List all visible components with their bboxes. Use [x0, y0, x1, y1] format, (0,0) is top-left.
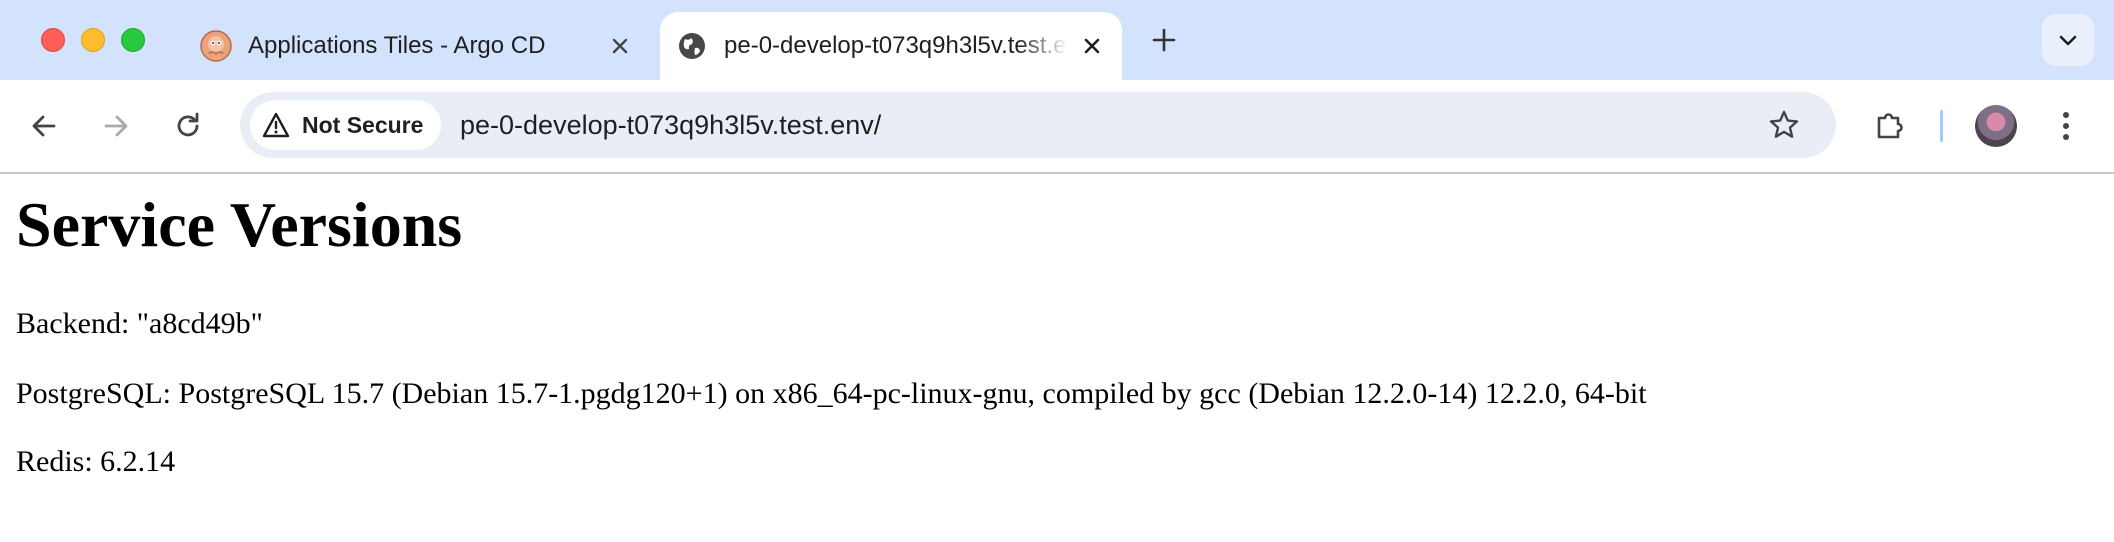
globe-icon [676, 30, 708, 62]
close-tab-icon[interactable] [1076, 30, 1108, 62]
warning-icon [262, 112, 290, 138]
chevron-down-icon [2059, 35, 2077, 46]
reload-icon [177, 112, 199, 137]
browser-toolbar: Not Secure pe-0-develop-t073q9h3l5v.test… [0, 80, 2114, 172]
backend-version: Backend: "a8cd49b" [16, 307, 263, 340]
arrow-left-icon [32, 115, 56, 137]
window-minimize-button[interactable] [81, 28, 105, 52]
redis-version: Redis: 6.2.14 [16, 445, 176, 478]
not-secure-label: Not Secure [302, 111, 424, 138]
address-bar[interactable]: Not Secure pe-0-develop-t073q9h3l5v.test… [240, 92, 1836, 158]
back-button[interactable] [22, 104, 66, 148]
plus-icon [1152, 28, 1176, 52]
extensions-puzzle-icon[interactable] [1868, 104, 1912, 148]
site-info-chip[interactable]: Not Secure [250, 100, 442, 150]
tab-strip: Applications Tiles - Argo CD pe-0-develo… [0, 0, 2114, 80]
page-title: Service Versions [16, 189, 463, 260]
toolbar-divider [1940, 110, 1943, 142]
more-menu-button[interactable] [2044, 104, 2088, 148]
arrow-right-icon [104, 115, 128, 137]
reload-button[interactable] [166, 104, 210, 148]
argo-octopus-icon [200, 30, 232, 62]
new-tab-button[interactable] [1148, 24, 1180, 56]
tab-title: pe-0-develop-t073q9h3l5v.test.env/ [724, 32, 1068, 59]
forward-button[interactable] [94, 104, 138, 148]
window-zoom-button[interactable] [121, 28, 145, 52]
profile-avatar[interactable] [1975, 105, 2017, 147]
postgresql-version: PostgreSQL: PostgreSQL 15.7 (Debian 15.7… [16, 377, 1647, 410]
three-dots-vertical-icon [2063, 112, 2069, 140]
tab-service-versions[interactable]: pe-0-develop-t073q9h3l5v.test.env/ [660, 12, 1122, 80]
tab-search-button[interactable] [2042, 14, 2094, 66]
page-content: Service Versions Backend: "a8cd49b" Post… [16, 174, 2096, 478]
tab-argo-cd[interactable]: Applications Tiles - Argo CD [188, 12, 650, 80]
bookmark-star-icon[interactable] [1764, 105, 1804, 145]
url-text[interactable]: pe-0-develop-t073q9h3l5v.test.env/ [460, 92, 881, 158]
window-close-button[interactable] [41, 28, 65, 52]
close-tab-icon[interactable] [604, 30, 636, 62]
tab-title: Applications Tiles - Argo CD [248, 32, 546, 59]
